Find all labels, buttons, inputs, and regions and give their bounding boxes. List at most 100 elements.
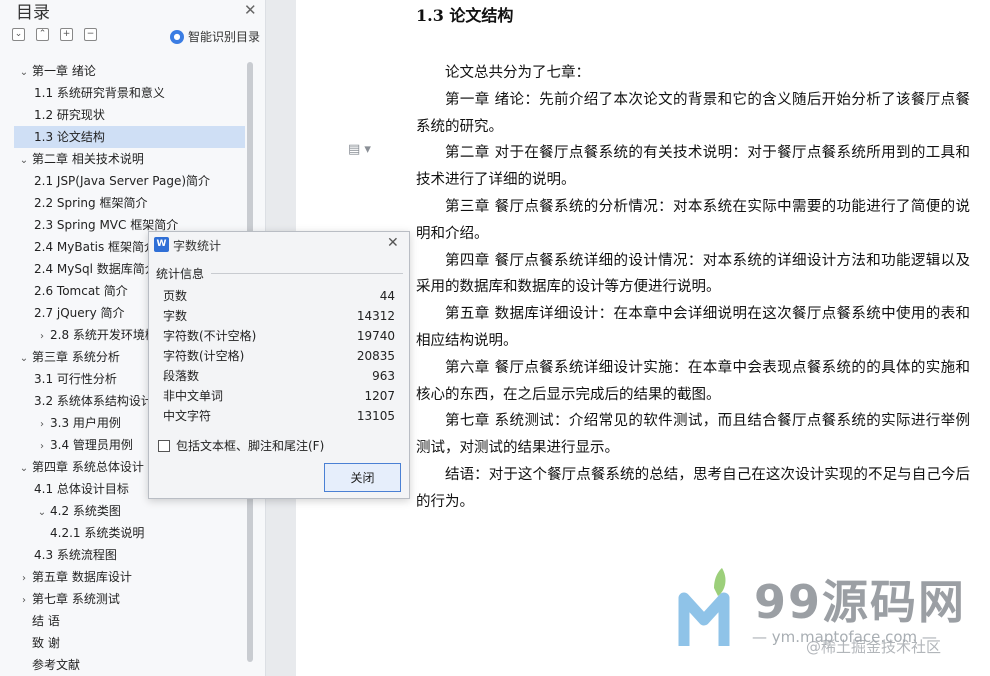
toc-item[interactable]: 1.3 论文结构 — [14, 126, 245, 148]
toc-item-label: 2.3 Spring MVC 框架简介 — [34, 218, 179, 232]
toc-item[interactable]: 1.1 系统研究背景和意义 — [14, 82, 245, 104]
chevron-right-icon[interactable]: › — [16, 568, 32, 588]
chevron-right-icon[interactable]: › — [34, 414, 50, 434]
dialog-title: 字数统计 — [173, 239, 222, 253]
chevron-down-icon[interactable]: ⌄ — [34, 502, 50, 522]
toc-item-label: 1.1 系统研究背景和意义 — [34, 86, 165, 100]
toc-item-label: 2.2 Spring 框架简介 — [34, 196, 148, 210]
stat-value: 20835 — [356, 349, 395, 363]
stats-group-label: 统计信息 — [156, 267, 205, 281]
body-paragraph: 第四章 餐厅点餐系统详细的设计情况：对本系统的详细设计方法和功能逻辑以及采用的数… — [416, 252, 970, 296]
toc-item-label: 致 谢 — [32, 636, 60, 650]
toc-item[interactable]: 2.1 JSP(Java Server Page)简介 — [14, 170, 245, 192]
smart-toc-button[interactable]: ● 智能识别目录 — [170, 28, 260, 45]
remove-level-icon[interactable]: − — [84, 28, 97, 41]
stat-row: 段落数 963 — [163, 366, 395, 386]
smart-toc-icon: ● — [170, 29, 184, 44]
body-paragraph: 结语：对于这个餐厅点餐系统的总结，思考自己在这次设计实现的不足与自己今后的行为。 — [416, 466, 970, 510]
stat-label: 段落数 — [163, 369, 200, 383]
toc-item-label: 4.1 总体设计目标 — [34, 482, 129, 496]
toc-item-label: 2.4 MySql 数据库简介 — [34, 262, 157, 276]
chevron-down-icon[interactable]: ⌄ — [16, 458, 32, 478]
stat-label: 字符数(计空格) — [163, 349, 245, 363]
stat-value: 19740 — [356, 329, 395, 343]
toc-item[interactable]: 4.3 系统流程图 — [14, 544, 245, 566]
checkbox-label: 包括文本框、脚注和尾注(F) — [176, 439, 325, 453]
stat-value: 14312 — [356, 309, 395, 323]
toc-item-label: 第四章 系统总体设计 — [32, 460, 144, 474]
toc-item-label: 2.7 jQuery 简介 — [34, 306, 125, 320]
chevron-down-icon[interactable]: ⌄ — [16, 150, 32, 170]
chevron-right-icon[interactable]: › — [34, 436, 50, 456]
stat-value: 44 — [379, 289, 395, 303]
toc-item-label: 4.2.1 系统类说明 — [50, 526, 145, 540]
stat-label: 非中文单词 — [163, 389, 224, 403]
toc-item-label: 3.4 管理员用例 — [50, 438, 133, 452]
toc-item-label: 第五章 数据库设计 — [32, 570, 132, 584]
toc-item[interactable]: 参考文献 — [14, 654, 245, 676]
add-level-icon[interactable]: + — [60, 28, 73, 41]
toc-item-label: 1.2 研究现状 — [34, 108, 105, 122]
toc-item-label: 2.6 Tomcat 简介 — [34, 284, 128, 298]
toc-item-label: 4.2 系统类图 — [50, 504, 121, 518]
stat-label: 字符数(不计空格) — [163, 329, 257, 343]
close-button[interactable]: 关闭 — [324, 463, 401, 492]
toc-item[interactable]: › 第七章 系统测试 — [14, 588, 245, 610]
checkbox-icon[interactable] — [158, 439, 170, 452]
collapse-all-icon[interactable]: ⌃ — [36, 28, 49, 41]
stat-row: 中文字符 13105 — [163, 406, 395, 426]
stat-label: 中文字符 — [163, 409, 212, 423]
word-count-dialog: W 字数统计 ✕ 统计信息 页数 44 字数 14312 字符数(不计空格) 19740 字… — [148, 231, 410, 499]
smart-toc-label: 智能识别目录 — [188, 30, 261, 44]
expand-all-icon[interactable]: ⌄ — [12, 28, 25, 41]
toc-item-label: 3.3 用户用例 — [50, 416, 121, 430]
chevron-down-icon[interactable]: ⌄ — [16, 62, 32, 82]
toc-item[interactable]: 致 谢 — [14, 632, 245, 654]
toc-item[interactable]: ⌄ 第二章 相关技术说明 — [14, 148, 245, 170]
group-divider — [211, 273, 403, 274]
toc-item[interactable]: ⌄ 4.2 系统类图 — [14, 500, 245, 522]
stat-row: 非中文单词 1207 — [163, 386, 395, 406]
toc-item-label: 3.2 系统体系结构设计 — [34, 394, 153, 408]
body-paragraph: 论文总共分为了七章： — [445, 65, 590, 81]
toc-item[interactable]: 1.2 研究现状 — [14, 104, 245, 126]
body-paragraph: 第三章 餐厅点餐系统的分析情况：对本系统在实际中需要的功能进行了简便的说明和介绍… — [416, 198, 970, 242]
section-heading: 1.3 论文结构 — [416, 6, 514, 25]
toc-item-label: 结 语 — [32, 614, 60, 628]
chevron-down-icon[interactable]: ⌄ — [16, 348, 32, 368]
toc-item-label: 3.1 可行性分析 — [34, 372, 117, 386]
body-paragraph: 第六章 餐厅点餐系统详细设计实施：在本章中会表现点餐系统的的具体的实施和核心的东… — [416, 359, 970, 403]
document-body[interactable]: 论文总共分为了七章： 第一章 绪论：先前介绍了本次论文的背景和它的含义随后开始分析… — [416, 60, 970, 516]
body-paragraph: 第五章 数据库详细设计：在本章中会详细说明在这次餐厅点餐系统中使用的表和相应结构… — [416, 306, 970, 349]
chevron-right-icon[interactable]: › — [34, 326, 50, 346]
stat-row: 字数 14312 — [163, 306, 395, 326]
toc-item-label: 4.3 系统流程图 — [34, 548, 117, 562]
stat-label: 页数 — [163, 289, 188, 303]
stat-value: 13105 — [356, 409, 395, 423]
toc-item-label: 第七章 系统测试 — [32, 592, 120, 606]
body-paragraph: 第七章 系统测试：介绍常见的软件测试，而且结合餐厅点餐系统的实际进行举例测试，对… — [416, 413, 970, 457]
toc-item-label: 2.4 MyBatis 框架简介 — [34, 240, 157, 254]
stat-row: 字符数(不计空格) 19740 — [163, 326, 395, 346]
chevron-right-icon[interactable]: › — [16, 590, 32, 610]
body-paragraph: 第二章 对于在餐厅点餐系统的有关技术说明：对于餐厅点餐系统所用到的工具和技术进行… — [416, 145, 970, 189]
stat-label: 字数 — [163, 309, 188, 323]
toc-item[interactable]: 2.2 Spring 框架简介 — [14, 192, 245, 214]
toc-item-label: 1.3 论文结构 — [34, 130, 105, 144]
toc-item[interactable]: › 第五章 数据库设计 — [14, 566, 245, 588]
toc-title: 目录 — [16, 3, 50, 23]
include-footnotes-checkbox[interactable]: 包括文本框、脚注和尾注(F) — [158, 437, 324, 454]
stat-row: 字符数(计空格) 20835 — [163, 346, 395, 366]
toc-item-label: 第二章 相关技术说明 — [32, 152, 144, 166]
close-icon[interactable]: ✕ — [387, 235, 399, 251]
close-icon[interactable]: ✕ — [244, 1, 257, 19]
toc-item[interactable]: 4.2.1 系统类说明 — [14, 522, 245, 544]
document-options-icon[interactable]: ▤ ▾ — [348, 142, 371, 157]
toc-item-label: 第三章 系统分析 — [32, 350, 120, 364]
toc-item[interactable]: 结 语 — [14, 610, 245, 632]
stat-row: 页数 44 — [163, 286, 395, 306]
dialog-titlebar[interactable]: W 字数统计 ✕ — [149, 232, 411, 258]
wps-app-icon: W — [154, 237, 169, 252]
stat-value: 963 — [372, 369, 395, 383]
toc-item[interactable]: ⌄ 第一章 绪论 — [14, 60, 245, 82]
